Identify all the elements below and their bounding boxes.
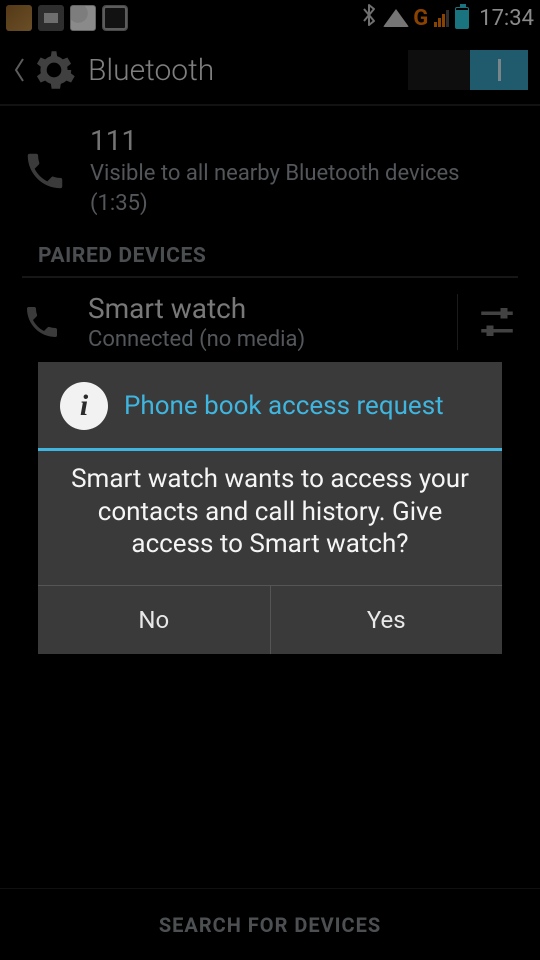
info-icon: i [60, 382, 108, 430]
dialog-header: i Phone book access request [38, 362, 502, 448]
dialog-no-button[interactable]: No [38, 586, 270, 654]
dialog-title: Phone book access request [124, 391, 444, 421]
dialog-body: Smart watch wants to access your contact… [38, 451, 502, 585]
dialog-yes-button[interactable]: Yes [270, 586, 503, 654]
permission-dialog: i Phone book access request Smart watch … [38, 362, 502, 654]
dialog-actions: No Yes [38, 585, 502, 654]
